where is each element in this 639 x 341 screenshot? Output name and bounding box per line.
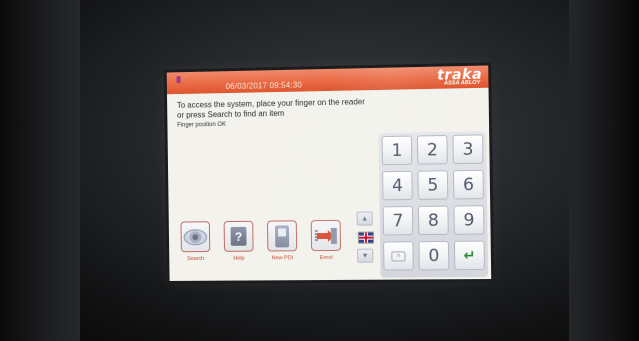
pda-icon xyxy=(274,224,290,247)
numeric-keypad: 1 2 3 4 5 6 7 8 9 ✕ 0 ↵ xyxy=(378,131,489,278)
key-1[interactable]: 1 xyxy=(381,135,413,166)
device-bezel-left xyxy=(0,0,80,341)
key-5[interactable]: 5 xyxy=(417,170,449,200)
finger-status: Finger position OK xyxy=(177,121,226,129)
key-2[interactable]: 2 xyxy=(416,134,448,165)
new-pdi-label: New PDI xyxy=(271,255,294,262)
enter-key[interactable]: ↵ xyxy=(453,240,485,271)
help-button[interactable]: ? xyxy=(223,220,254,252)
backspace-icon: ✕ xyxy=(391,250,406,262)
eye-icon xyxy=(183,228,208,245)
enter-icon: ↵ xyxy=(463,247,476,264)
key-0[interactable]: 0 xyxy=(418,240,450,271)
key-6[interactable]: 6 xyxy=(452,169,484,200)
scroll-down-button[interactable]: ▼ xyxy=(357,248,374,263)
scroll-up-button[interactable]: ▲ xyxy=(356,211,373,226)
key-8[interactable]: 8 xyxy=(417,205,449,236)
key-3[interactable]: 3 xyxy=(452,134,484,165)
key-9[interactable]: 9 xyxy=(453,205,485,235)
device-bezel-right xyxy=(569,0,639,341)
help-label: Help xyxy=(233,255,245,262)
new-pdi-button[interactable] xyxy=(266,220,298,252)
instruction-text: To access the system, place your finger … xyxy=(177,96,426,121)
uk-flag-icon[interactable] xyxy=(357,231,375,244)
search-button[interactable] xyxy=(180,221,211,253)
enrol-label: Enrol xyxy=(319,254,333,262)
touchscreen: 06/03/2017 09:54:30 traka ASSA ABLOY To … xyxy=(166,65,492,281)
enrol-icon xyxy=(314,227,337,244)
search-label: Search xyxy=(187,255,205,263)
arrow-up-icon: ▲ xyxy=(361,215,369,223)
help-icon: ? xyxy=(230,226,247,246)
key-4[interactable]: 4 xyxy=(382,170,413,201)
header-datetime: 06/03/2017 09:54:30 xyxy=(225,80,303,92)
arrow-down-icon: ▼ xyxy=(361,252,369,260)
brand-sublogo: ASSA ABLOY xyxy=(443,79,481,87)
enrol-button[interactable] xyxy=(310,219,342,252)
backspace-key[interactable]: ✕ xyxy=(383,241,414,271)
key-7[interactable]: 7 xyxy=(382,206,414,236)
status-flag-icon xyxy=(176,76,181,84)
